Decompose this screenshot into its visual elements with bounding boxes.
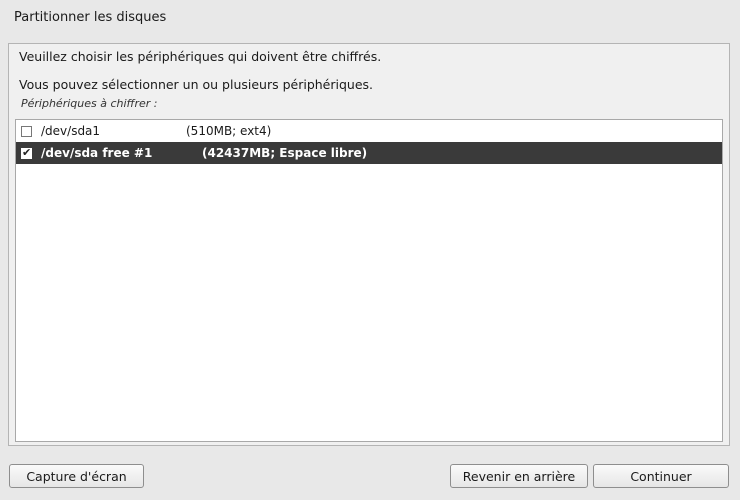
list-label: Périphériques à chiffrer : [21,97,158,110]
device-row-sda1[interactable]: /dev/sda1 (510MB; ext4) [16,120,722,142]
instruction-text: Veuillez choisir les périphériques qui d… [19,49,382,64]
window-title: Partitionner les disques [14,10,167,25]
screenshot-button[interactable]: Capture d'écran [9,464,144,488]
multi-select-hint: Vous pouvez sélectionner un ou plusieurs… [19,77,374,92]
device-selection-panel: Veuillez choisir les périphériques qui d… [8,43,730,446]
back-button[interactable]: Revenir en arrière [450,464,588,488]
device-row-sda-free-1[interactable]: ✔ /dev/sda free #1 (42437MB; Espace libr… [16,142,722,164]
checkbox-checked-icon[interactable]: ✔ [21,145,32,159]
checkmark-icon: ✔ [22,145,32,159]
device-info: (42437MB; Espace libre) [202,146,368,160]
device-name: /dev/sda1 [41,124,101,138]
device-info: (510MB; ext4) [186,124,272,138]
checkbox-unchecked-icon[interactable] [21,125,32,137]
device-name: /dev/sda free #1 [41,146,153,160]
device-list[interactable]: /dev/sda1 (510MB; ext4) ✔ /dev/sda free … [15,119,723,442]
continue-button[interactable]: Continuer [593,464,729,488]
